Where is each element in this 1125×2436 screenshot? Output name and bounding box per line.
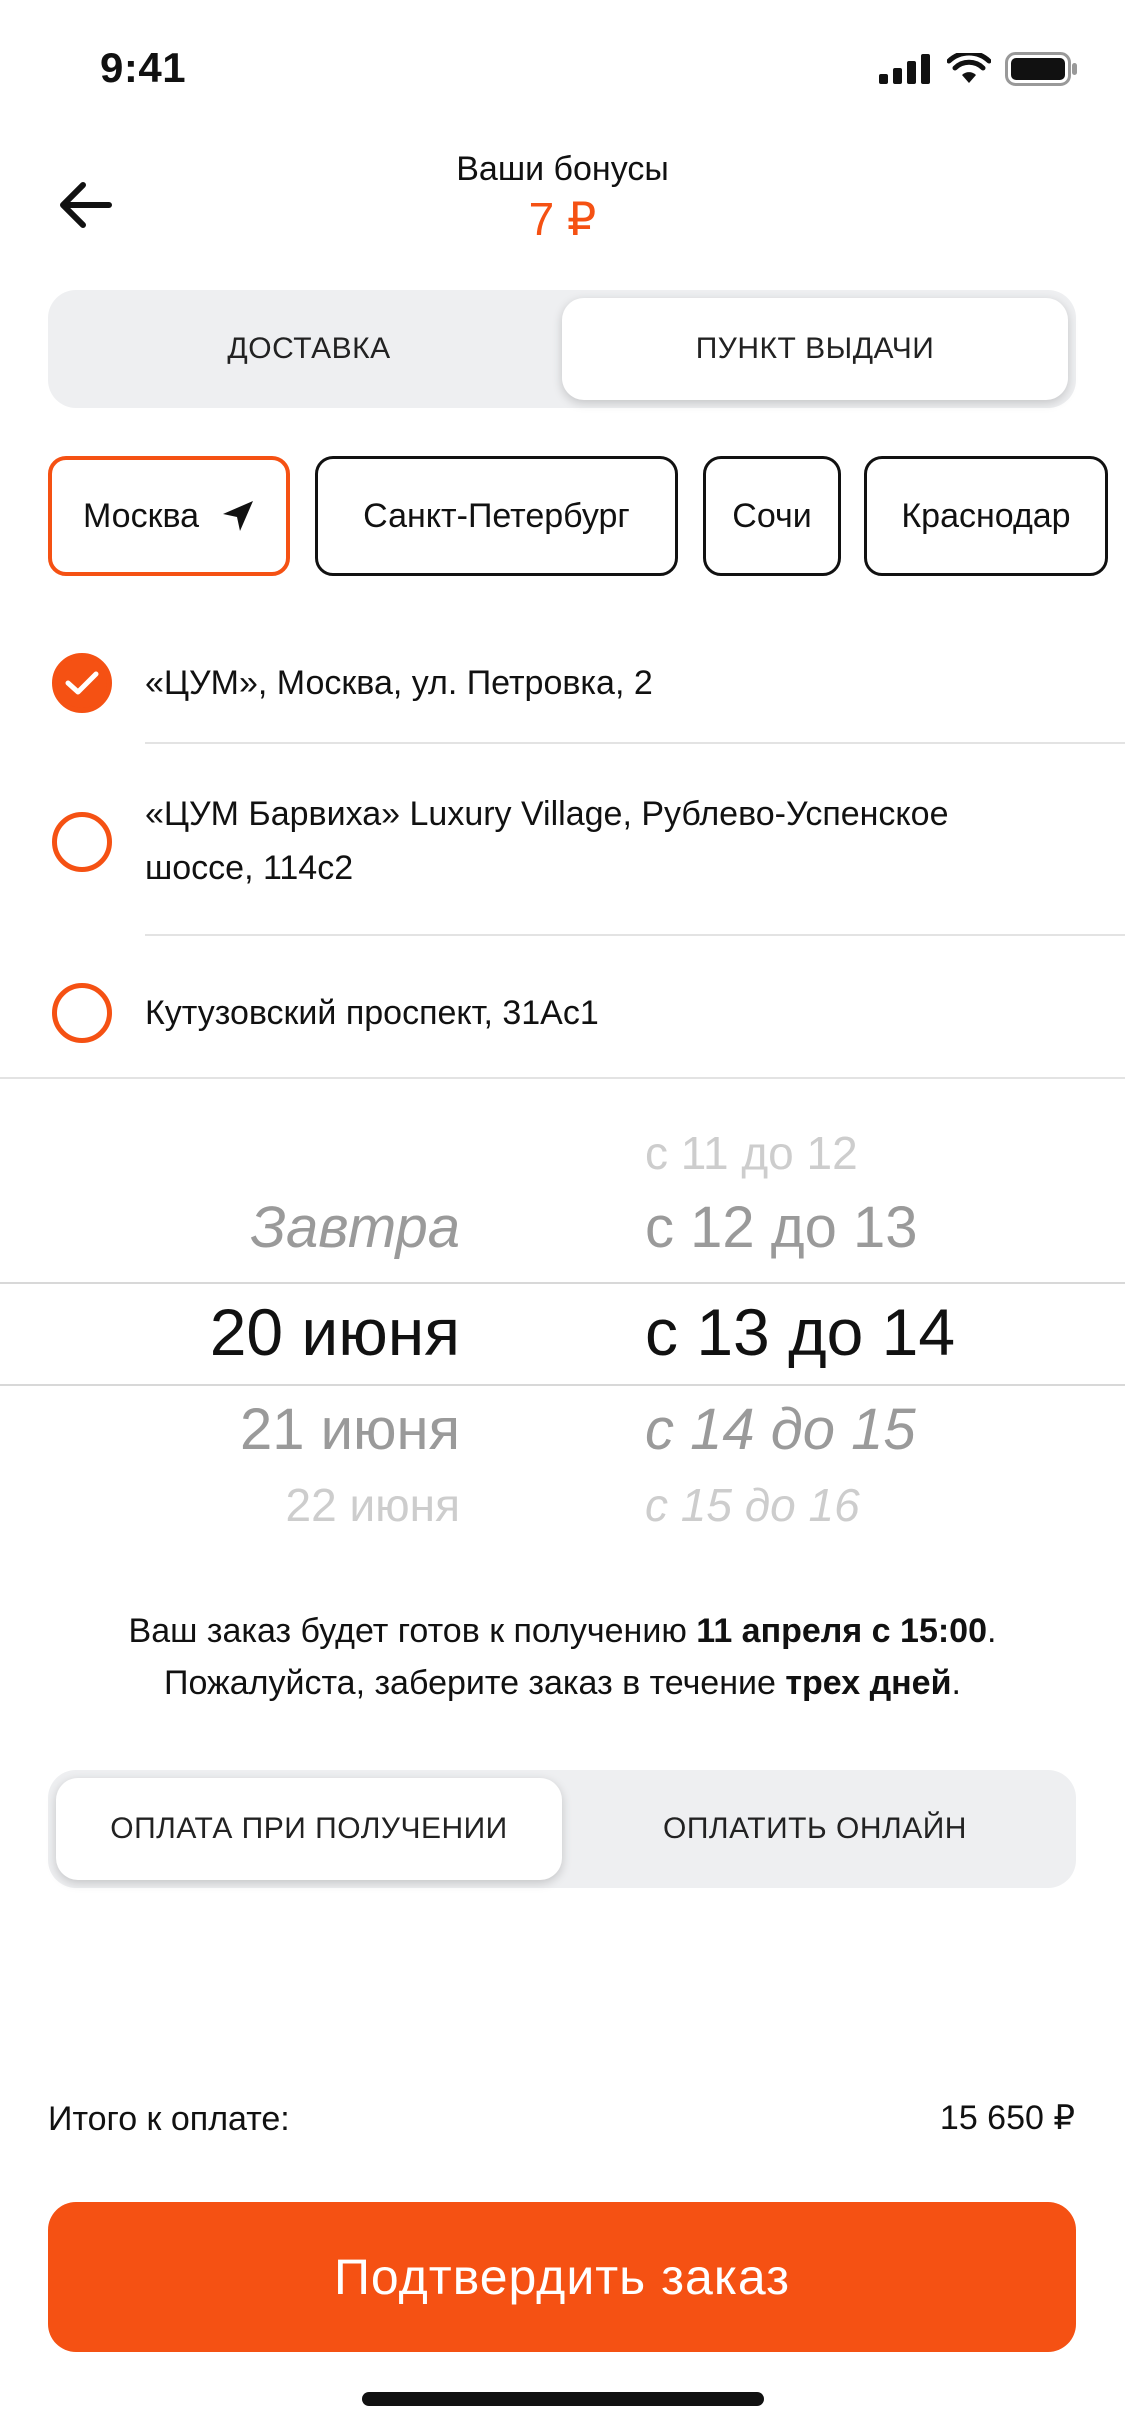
ready-text: Ваш заказ будет готов к получению bbox=[128, 1612, 697, 1650]
city-chip-krasnodar[interactable]: Краснодар bbox=[864, 456, 1108, 576]
radio-unchecked[interactable] bbox=[52, 812, 112, 872]
divider bbox=[0, 1077, 1125, 1079]
picker-date-option[interactable]: 22 июня bbox=[286, 1478, 460, 1532]
city-selector: Москва Санкт-Петербург Сочи Краснодар bbox=[48, 456, 1125, 576]
ready-line-2: Пожалуйста, заберите заказ в течение тре… bbox=[40, 1657, 1085, 1709]
picker-time-option[interactable]: с 15 до 16 bbox=[645, 1478, 860, 1532]
divider bbox=[145, 934, 1125, 936]
total-label: Итого к оплате: bbox=[48, 2100, 290, 2138]
status-icons bbox=[879, 52, 1079, 86]
delivery-method-toggle: ДОСТАВКА ПУНКТ ВЫДАЧИ bbox=[48, 290, 1076, 408]
picker-time-option[interactable]: с 12 до 13 bbox=[645, 1194, 917, 1261]
date-time-picker[interactable]: Завтра 20 июня 21 июня 22 июня с 11 до 1… bbox=[0, 1080, 1125, 1560]
home-indicator bbox=[362, 2392, 764, 2406]
ready-date: 11 апреля с 15:00 bbox=[696, 1612, 987, 1650]
city-chip-spb[interactable]: Санкт-Петербург bbox=[315, 456, 678, 576]
battery-icon bbox=[1005, 52, 1077, 86]
tab-pay-on-receipt[interactable]: ОПЛАТА ПРИ ПОЛУЧЕНИИ bbox=[56, 1778, 562, 1880]
address-text: «ЦУМ Барвиха» Luxury Village, Рублево-Ус… bbox=[145, 795, 949, 887]
divider bbox=[145, 742, 1125, 744]
ready-text: . bbox=[987, 1612, 997, 1650]
picker-time-option[interactable]: с 11 до 12 bbox=[645, 1126, 858, 1180]
ready-text: . bbox=[951, 1664, 961, 1702]
picker-date-option[interactable]: 21 июня bbox=[240, 1396, 460, 1463]
tab-pay-online[interactable]: ОПЛАТИТЬ ОНЛАЙН bbox=[562, 1778, 1068, 1880]
order-ready-note: Ваш заказ будет готов к получению 11 апр… bbox=[40, 1605, 1085, 1709]
signal-icon bbox=[879, 54, 930, 84]
confirm-order-button[interactable]: Подтвердить заказ bbox=[48, 2202, 1076, 2352]
payment-method-toggle: ОПЛАТА ПРИ ПОЛУЧЕНИИ ОПЛАТИТЬ ОНЛАЙН bbox=[48, 1770, 1076, 1888]
picker-date-selected[interactable]: 20 июня bbox=[210, 1294, 460, 1370]
city-label: Сочи bbox=[732, 496, 812, 535]
city-chip-moscow[interactable]: Москва bbox=[48, 456, 290, 576]
list-item[interactable]: «ЦУМ Барвиха» Luxury Village, Рублево-Ус… bbox=[0, 780, 1125, 900]
city-chip-sochi[interactable]: Сочи bbox=[703, 456, 841, 576]
page-title: Ваши бонусы bbox=[456, 150, 669, 188]
picker-selection-band bbox=[0, 1282, 1125, 1386]
list-item[interactable]: Кутузовский проспект, 31Ас1 bbox=[0, 970, 1125, 1056]
picker-time-selected[interactable]: с 13 до 14 bbox=[645, 1294, 955, 1370]
address-text: «ЦУМ», Москва, ул. Петровка, 2 bbox=[145, 664, 653, 702]
radio-checked[interactable] bbox=[52, 653, 112, 713]
city-label: Санкт-Петербург bbox=[363, 496, 630, 535]
address-text: Кутузовский проспект, 31Ас1 bbox=[145, 994, 599, 1032]
location-arrow-icon bbox=[223, 501, 254, 531]
bonus-amount: 7 ₽ bbox=[528, 193, 597, 245]
tab-pickup-point[interactable]: ПУНКТ ВЫДАЧИ bbox=[562, 298, 1068, 400]
header: Ваши бонусы 7 ₽ bbox=[0, 140, 1125, 270]
check-icon bbox=[65, 671, 99, 695]
ready-line-1: Ваш заказ будет готов к получению 11 апр… bbox=[40, 1605, 1085, 1657]
radio-unchecked[interactable] bbox=[52, 983, 112, 1043]
city-label: Москва bbox=[82, 496, 200, 535]
picker-time-option[interactable]: с 14 до 15 bbox=[645, 1396, 916, 1463]
total-value: 15 650 ₽ bbox=[939, 2099, 1075, 2137]
ready-text: Пожалуйста, заберите заказ в течение bbox=[164, 1664, 786, 1702]
city-label: Краснодар bbox=[901, 496, 1071, 535]
pickup-period: трех дней bbox=[785, 1664, 952, 1702]
status-bar: 9:41 bbox=[0, 0, 1125, 140]
picker-date-option[interactable]: Завтра bbox=[250, 1194, 460, 1261]
tab-delivery[interactable]: ДОСТАВКА bbox=[56, 298, 562, 400]
wifi-icon bbox=[947, 53, 991, 83]
status-time: 9:41 bbox=[100, 44, 187, 91]
list-item[interactable]: «ЦУМ», Москва, ул. Петровка, 2 bbox=[0, 640, 1125, 726]
